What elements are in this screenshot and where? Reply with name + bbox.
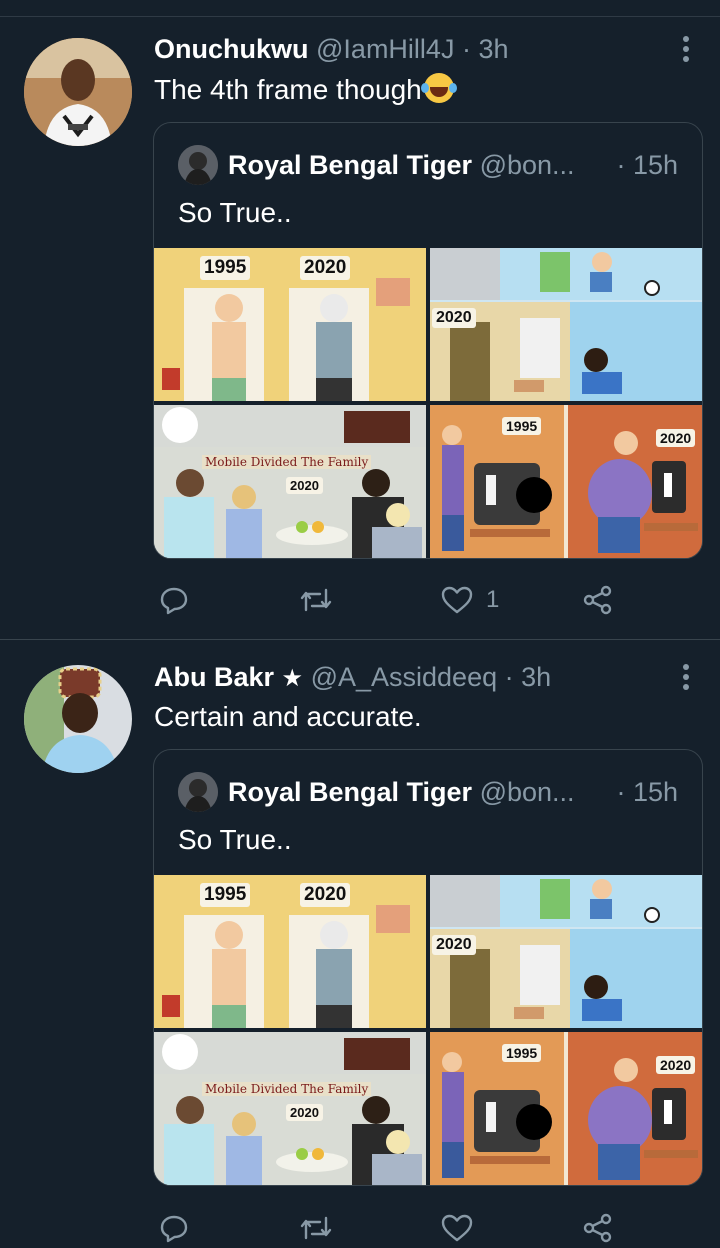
image-kids-playing-indoors[interactable]: 2020 — [430, 248, 702, 401]
tweet[interactable]: Onuchukwu @IamHill4J · 3h The 4th frame … — [0, 0, 720, 640]
display-name[interactable]: Abu Bakr — [154, 662, 274, 692]
user-handle[interactable]: @IamHill4J — [316, 34, 454, 64]
timestamp[interactable]: 3h — [521, 662, 551, 692]
year-label: 2020 — [300, 883, 351, 907]
reply-icon — [160, 1215, 188, 1243]
quoted-display-name: Royal Bengal Tiger — [228, 150, 473, 180]
reply-icon — [160, 587, 188, 615]
quoted-header: Royal Bengal Tiger @bon... — [228, 772, 575, 812]
image-mobile-divided-family[interactable]: Mobile Divided The Family 2020 — [154, 405, 426, 558]
tweet-text: Certain and accurate. — [154, 701, 422, 732]
image-1995-2020-lounging[interactable]: 1995 2020 — [154, 248, 426, 401]
reply-button[interactable] — [158, 1208, 190, 1248]
retweet-icon — [300, 1216, 332, 1240]
year-label: 1995 — [200, 883, 251, 907]
year-label: 2020 — [432, 935, 476, 955]
separator-dot: · — [461, 34, 471, 64]
reply-button[interactable] — [158, 580, 190, 620]
year-label: 2020 — [656, 429, 696, 447]
retweet-button[interactable] — [298, 580, 334, 620]
retweet-button[interactable] — [298, 1208, 334, 1248]
display-name[interactable]: Onuchukwu — [154, 34, 309, 64]
avatar[interactable] — [24, 665, 132, 773]
like-button[interactable]: 1 — [440, 580, 499, 620]
heart-icon — [441, 1214, 473, 1242]
quoted-avatar[interactable] — [178, 145, 218, 185]
quoted-timestamp: · 15h — [616, 777, 678, 807]
tweet[interactable]: Abu Bakr ★ @A_Assiddeeq · 3h Certain and… — [0, 640, 720, 1243]
quoted-timestamp: · 15h — [616, 150, 678, 180]
image-grid[interactable]: 1995 2020 2020 Mobile Divided The Family… — [154, 248, 702, 558]
year-label: 2020 — [656, 1056, 696, 1074]
avatar[interactable] — [24, 38, 132, 146]
image-caption: Mobile Divided The Family — [202, 455, 372, 469]
year-label: 1995 — [200, 256, 251, 280]
retweet-icon — [300, 588, 332, 612]
year-label: 2020 — [286, 477, 323, 494]
tweet-text-content: The 4th frame though — [154, 74, 422, 105]
tweet-actions — [0, 1208, 720, 1248]
quoted-tweet[interactable]: Royal Bengal Tiger @bon... · 15h So True… — [153, 122, 703, 559]
quoted-display-name: Royal Bengal Tiger — [228, 777, 473, 807]
more-options-icon[interactable] — [676, 32, 696, 66]
tweet-header: Onuchukwu @IamHill4J · 3h — [154, 32, 509, 66]
share-button[interactable] — [582, 1208, 614, 1248]
star-icon: ★ — [281, 665, 304, 692]
quoted-tweet[interactable]: Royal Bengal Tiger @bon... · 15h So True… — [153, 749, 703, 1186]
image-1995-2020-lounging[interactable]: 1995 2020 — [154, 875, 426, 1028]
year-label: 1995 — [502, 1044, 542, 1062]
image-caption: Mobile Divided The Family — [202, 1082, 372, 1096]
share-icon — [583, 585, 612, 615]
quoted-text: So True.. — [178, 197, 292, 228]
year-label: 2020 — [432, 308, 476, 328]
quoted-text: So True.. — [178, 824, 292, 855]
image-tv-1995-2020[interactable]: 1995 2020 — [430, 405, 702, 558]
tears-of-joy-emoji — [420, 73, 454, 103]
image-kids-playing-indoors[interactable]: 2020 — [430, 875, 702, 1028]
image-mobile-divided-family[interactable]: Mobile Divided The Family 2020 — [154, 1032, 426, 1185]
year-label: 2020 — [286, 1104, 323, 1121]
share-button[interactable] — [582, 580, 614, 620]
quoted-header: Royal Bengal Tiger @bon... — [228, 145, 575, 185]
quoted-avatar[interactable] — [178, 772, 218, 812]
image-grid[interactable]: 1995 2020 2020 Mobile Divided The Family… — [154, 875, 702, 1185]
like-button[interactable] — [440, 1208, 474, 1248]
tweet-header: Abu Bakr ★ @A_Assiddeeq · 3h — [154, 660, 551, 696]
share-icon — [583, 1213, 612, 1243]
tweet-actions: 1 — [0, 580, 720, 620]
separator-dot: · — [504, 662, 514, 692]
user-handle[interactable]: @A_Assiddeeq — [311, 662, 498, 692]
tweet-text: The 4th frame though — [154, 72, 454, 108]
quoted-handle: @bon... — [479, 777, 575, 807]
like-count: 1 — [486, 586, 500, 613]
more-options-icon[interactable] — [676, 660, 696, 694]
quoted-handle: @bon... — [479, 150, 575, 180]
year-label: 1995 — [502, 417, 542, 435]
timestamp[interactable]: 3h — [478, 34, 508, 64]
image-tv-1995-2020[interactable]: 1995 2020 — [430, 1032, 702, 1185]
year-label: 2020 — [300, 256, 351, 280]
heart-icon — [441, 586, 473, 614]
